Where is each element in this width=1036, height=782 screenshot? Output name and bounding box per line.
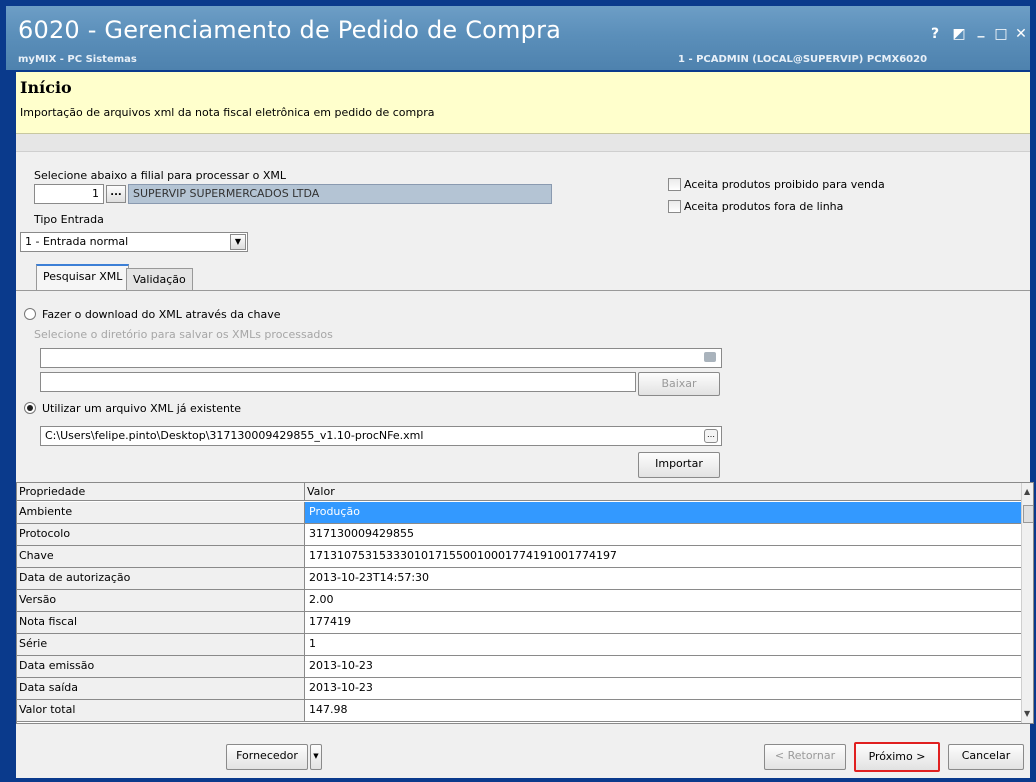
importar-button[interactable]: Importar: [638, 452, 720, 478]
table-row[interactable]: Protocolo 317130009429855: [17, 524, 1021, 546]
table-row[interactable]: Data de autorização 2013-10-23T14:57:30: [17, 568, 1021, 590]
fornecedor-dropdown-icon[interactable]: ▼: [310, 744, 322, 770]
property-cell: Versão: [17, 590, 305, 611]
grid-scrollbar[interactable]: ▲ ▼: [1021, 483, 1033, 723]
filial-name-field: SUPERVIP SUPERMERCADOS LTDA: [128, 184, 552, 204]
property-cell: Nota fiscal: [17, 612, 305, 633]
footer-bar: Fornecedor ▼ < Retornar Próximo > Cancel…: [16, 728, 1030, 778]
proximo-button[interactable]: Próximo >: [854, 742, 940, 772]
window-title: 6020 - Gerenciamento de Pedido de Compra: [18, 16, 562, 44]
table-row[interactable]: Série 1: [17, 634, 1021, 656]
user-info: 1 - PCADMIN (LOCAL@SUPERVIP) PCMX6020: [678, 54, 928, 65]
property-cell: Valor total: [17, 700, 305, 721]
fornecedor-button[interactable]: Fornecedor: [226, 744, 308, 770]
directory-input[interactable]: [40, 348, 722, 368]
filial-label: Selecione abaixo a filial para processar…: [34, 169, 287, 182]
accept-discontinued-checkbox[interactable]: [668, 200, 681, 213]
accept-prohibited-label: Aceita produtos proibido para venda: [684, 178, 885, 191]
accept-prohibited-checkbox[interactable]: [668, 178, 681, 191]
app-subtitle: myMIX - PC Sistemas: [18, 54, 137, 65]
property-cell: Protocolo: [17, 524, 305, 545]
tipo-entrada-select[interactable]: 1 - Entrada normal: [20, 232, 248, 252]
baixar-button[interactable]: Baixar: [638, 372, 720, 396]
accept-discontinued-label: Aceita produtos fora de linha: [684, 200, 844, 213]
xml-properties-grid: Propriedade Valor Ambiente Produção Protoc…: [16, 482, 1034, 724]
tab-divider: [16, 290, 1030, 291]
table-row[interactable]: Data emissão 2013-10-23: [17, 656, 1021, 678]
page-title: Início: [20, 78, 72, 97]
property-cell: Data saída: [17, 678, 305, 699]
retornar-button[interactable]: < Retornar: [764, 744, 846, 770]
value-cell[interactable]: 1713107531533301017155001000177419100177…: [305, 546, 1021, 567]
close-icon[interactable]: ✕: [1012, 26, 1030, 42]
folder-icon[interactable]: [704, 352, 716, 362]
value-cell[interactable]: 177419: [305, 612, 1021, 633]
value-cell[interactable]: 2013-10-23: [305, 656, 1021, 677]
title-bar: 6020 - Gerenciamento de Pedido de Compra…: [6, 6, 1030, 70]
table-row[interactable]: Data saída 2013-10-23: [17, 678, 1021, 700]
value-cell[interactable]: 2013-10-23: [305, 678, 1021, 699]
page-description: Importação de arquivos xml da nota fisca…: [20, 106, 435, 119]
table-row[interactable]: Ambiente Produção: [17, 502, 1021, 524]
property-cell: Data de autorização: [17, 568, 305, 589]
header-separator: [16, 134, 1030, 152]
browse-file-icon[interactable]: …: [704, 429, 718, 443]
download-xml-radio[interactable]: [24, 308, 36, 320]
table-row[interactable]: Valor total 147.98: [17, 700, 1021, 722]
column-header-propriedade[interactable]: Propriedade: [17, 483, 305, 501]
grid-header: Propriedade Valor: [17, 483, 1021, 501]
value-cell[interactable]: Produção: [305, 502, 1021, 523]
property-cell: Ambiente: [17, 502, 305, 523]
value-cell[interactable]: 1: [305, 634, 1021, 655]
scroll-down-icon[interactable]: ▼: [1024, 709, 1030, 718]
property-cell: Série: [17, 634, 305, 655]
value-cell[interactable]: 147.98: [305, 700, 1021, 721]
directory-hint: Selecione o diretório para salvar os XML…: [34, 328, 333, 341]
column-header-valor[interactable]: Valor: [305, 483, 1021, 501]
existing-xml-label: Utilizar um arquivo XML já existente: [42, 402, 242, 415]
download-xml-label: Fazer o download do XML através da chave: [42, 308, 281, 321]
help-icon[interactable]: ?: [926, 26, 944, 42]
cancelar-button[interactable]: Cancelar: [948, 744, 1024, 770]
app-window: 6020 - Gerenciamento de Pedido de Compra…: [0, 0, 1036, 782]
table-row[interactable]: Nota fiscal 177419: [17, 612, 1021, 634]
tipo-entrada-value: 1 - Entrada normal: [25, 235, 129, 248]
property-cell: Data emissão: [17, 656, 305, 677]
header-panel: Início Importação de arquivos xml da not…: [16, 72, 1030, 134]
scroll-thumb[interactable]: [1023, 505, 1033, 523]
existing-xml-radio[interactable]: [24, 402, 36, 414]
value-cell[interactable]: 2013-10-23T14:57:30: [305, 568, 1021, 589]
tab-pesquisar-xml[interactable]: Pesquisar XML: [36, 264, 130, 290]
restore-icon[interactable]: ◩: [950, 26, 968, 42]
chevron-down-icon[interactable]: ▼: [230, 234, 246, 250]
table-row[interactable]: Versão 2.00: [17, 590, 1021, 612]
table-row[interactable]: Chave 17131075315333010171550010001774191…: [17, 546, 1021, 568]
scroll-up-icon[interactable]: ▲: [1024, 487, 1030, 496]
property-cell: Chave: [17, 546, 305, 567]
tab-validacao[interactable]: Validação: [126, 268, 193, 290]
filial-code-input[interactable]: 1: [34, 184, 104, 204]
value-cell[interactable]: 2.00: [305, 590, 1021, 611]
maximize-icon[interactable]: □: [992, 26, 1010, 42]
main-content: Início Importação de arquivos xml da not…: [16, 72, 1034, 778]
xml-file-path-input[interactable]: C:\Users\felipe.pinto\Desktop\3171300094…: [40, 426, 722, 446]
tipo-entrada-label: Tipo Entrada: [34, 213, 104, 226]
minimize-icon[interactable]: _: [972, 22, 990, 38]
value-cell[interactable]: 317130009429855: [305, 524, 1021, 545]
chave-input[interactable]: [40, 372, 636, 392]
filial-lookup-button[interactable]: ...: [106, 185, 126, 203]
